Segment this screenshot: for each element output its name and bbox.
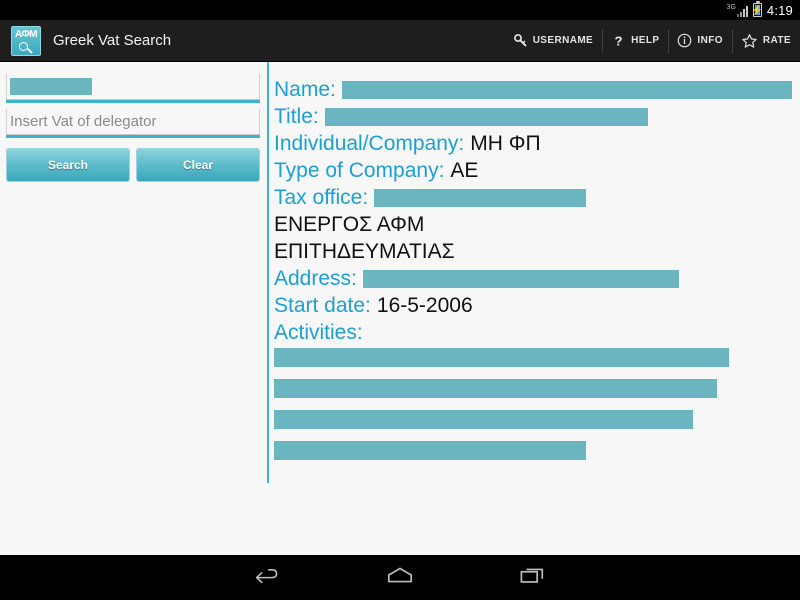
vat-input[interactable] bbox=[6, 74, 260, 100]
back-icon bbox=[254, 565, 280, 590]
key-icon bbox=[513, 33, 528, 48]
result-label-individual-company: Individual/Company: bbox=[274, 132, 465, 155]
vat-input-accent bbox=[6, 100, 260, 103]
result-row-address: Address: bbox=[274, 265, 794, 292]
activity-item-redacted bbox=[274, 379, 717, 398]
recents-icon bbox=[520, 565, 546, 590]
nav-recents-button[interactable] bbox=[503, 555, 563, 600]
result-row-individual-company: Individual/Company: ΜΗ ΦΠ bbox=[274, 130, 794, 157]
result-row-title: Title: bbox=[274, 103, 794, 130]
result-label-address: Address: bbox=[274, 267, 357, 290]
form-button-row: Search Clear bbox=[6, 148, 260, 182]
action-help-button[interactable]: ? HELP bbox=[602, 20, 668, 62]
result-label-title: Title: bbox=[274, 105, 319, 128]
result-label-name: Name: bbox=[274, 78, 336, 101]
result-details-panel: Name: Title: Individual/Company: ΜΗ ΦΠ T… bbox=[274, 76, 794, 472]
action-help-label: HELP bbox=[631, 35, 660, 46]
result-value-title-redacted bbox=[324, 107, 648, 126]
status-bar: 3G ⚡ 4:19 bbox=[0, 0, 800, 20]
action-username-button[interactable]: USERNAME bbox=[504, 20, 602, 62]
result-status-line-1: ΕΝΕΡΓΟΣ ΑΦΜ bbox=[274, 213, 425, 236]
magnifier-icon bbox=[19, 41, 28, 51]
result-row-name: Name: bbox=[274, 76, 794, 103]
app-icon-text: ΑΦΜ bbox=[15, 28, 38, 40]
action-bar-actions: USERNAME ? HELP INFO RATE bbox=[504, 20, 800, 62]
signal-bars-icon: 3G bbox=[727, 3, 748, 17]
status-bar-clock: 4:19 bbox=[766, 2, 793, 18]
action-username-label: USERNAME bbox=[532, 35, 594, 46]
vat-input-redacted-value bbox=[10, 78, 92, 95]
panel-divider bbox=[267, 62, 269, 483]
info-circle-icon bbox=[677, 33, 692, 48]
result-value-start-date: 16-5-2006 bbox=[376, 294, 473, 317]
result-value-individual-company: ΜΗ ΦΠ bbox=[470, 132, 541, 155]
signal-strength-bars bbox=[736, 6, 748, 17]
result-status-line-2: ΕΠΙΤΗΔΕΥΜΑΤΙΑΣ bbox=[274, 240, 455, 263]
svg-text:?: ? bbox=[615, 33, 623, 48]
result-value-name-redacted bbox=[341, 80, 792, 99]
action-info-label: INFO bbox=[697, 35, 723, 46]
home-icon bbox=[386, 565, 414, 590]
search-form-panel: Insert Vat of delegator Search Clear bbox=[0, 62, 266, 545]
activity-item-redacted bbox=[274, 441, 586, 460]
action-bar: ΑΦΜ Greek Vat Search USERNAME ? HELP INF… bbox=[0, 20, 800, 62]
action-rate-label: RATE bbox=[762, 35, 791, 46]
result-row-start-date: Start date: 16-5-2006 bbox=[274, 292, 794, 319]
result-label-activities: Activities: bbox=[274, 321, 363, 344]
result-value-type-of-company: ΑΕ bbox=[450, 159, 479, 182]
afm-search-app-icon[interactable]: ΑΦΜ bbox=[11, 25, 41, 56]
action-rate-button[interactable]: RATE bbox=[731, 20, 800, 62]
question-mark-icon: ? bbox=[611, 33, 626, 49]
network-type-label: 3G bbox=[726, 4, 736, 11]
result-row-type-of-company: Type of Company: ΑΕ bbox=[274, 157, 794, 184]
android-tablet-screen: 3G ⚡ 4:19 ΑΦΜ Greek Vat Search USERNAME … bbox=[0, 0, 800, 600]
battery-charging-icon: ⚡ bbox=[752, 1, 763, 17]
nav-back-button[interactable] bbox=[237, 555, 297, 600]
result-row-tax-office: Tax office: bbox=[274, 184, 794, 211]
nav-home-button[interactable] bbox=[370, 555, 430, 600]
vat-field-wrapper bbox=[6, 74, 260, 103]
activities-list bbox=[274, 348, 794, 460]
delegator-input-placeholder: Insert Vat of delegator bbox=[10, 113, 157, 130]
result-label-type-of-company: Type of Company: bbox=[274, 159, 445, 182]
delegator-field-wrapper: Insert Vat of delegator bbox=[6, 109, 260, 138]
action-info-button[interactable]: INFO bbox=[668, 20, 732, 62]
result-row-activities: Activities: bbox=[274, 319, 794, 346]
system-navigation-bar bbox=[0, 555, 800, 600]
clear-button[interactable]: Clear bbox=[136, 148, 260, 182]
search-button[interactable]: Search bbox=[6, 148, 130, 182]
delegator-input[interactable]: Insert Vat of delegator bbox=[6, 109, 260, 135]
result-value-tax-office-redacted bbox=[374, 188, 587, 207]
app-title: Greek Vat Search bbox=[53, 32, 172, 49]
nav-bar-spacer bbox=[0, 545, 800, 555]
star-outline-icon bbox=[741, 33, 758, 49]
activity-item-redacted bbox=[274, 348, 729, 367]
activity-item-redacted bbox=[274, 410, 693, 429]
delegator-input-accent bbox=[6, 135, 260, 138]
result-label-start-date: Start date: bbox=[274, 294, 371, 317]
result-value-address-redacted bbox=[362, 269, 679, 288]
result-label-tax-office: Tax office: bbox=[274, 186, 369, 209]
